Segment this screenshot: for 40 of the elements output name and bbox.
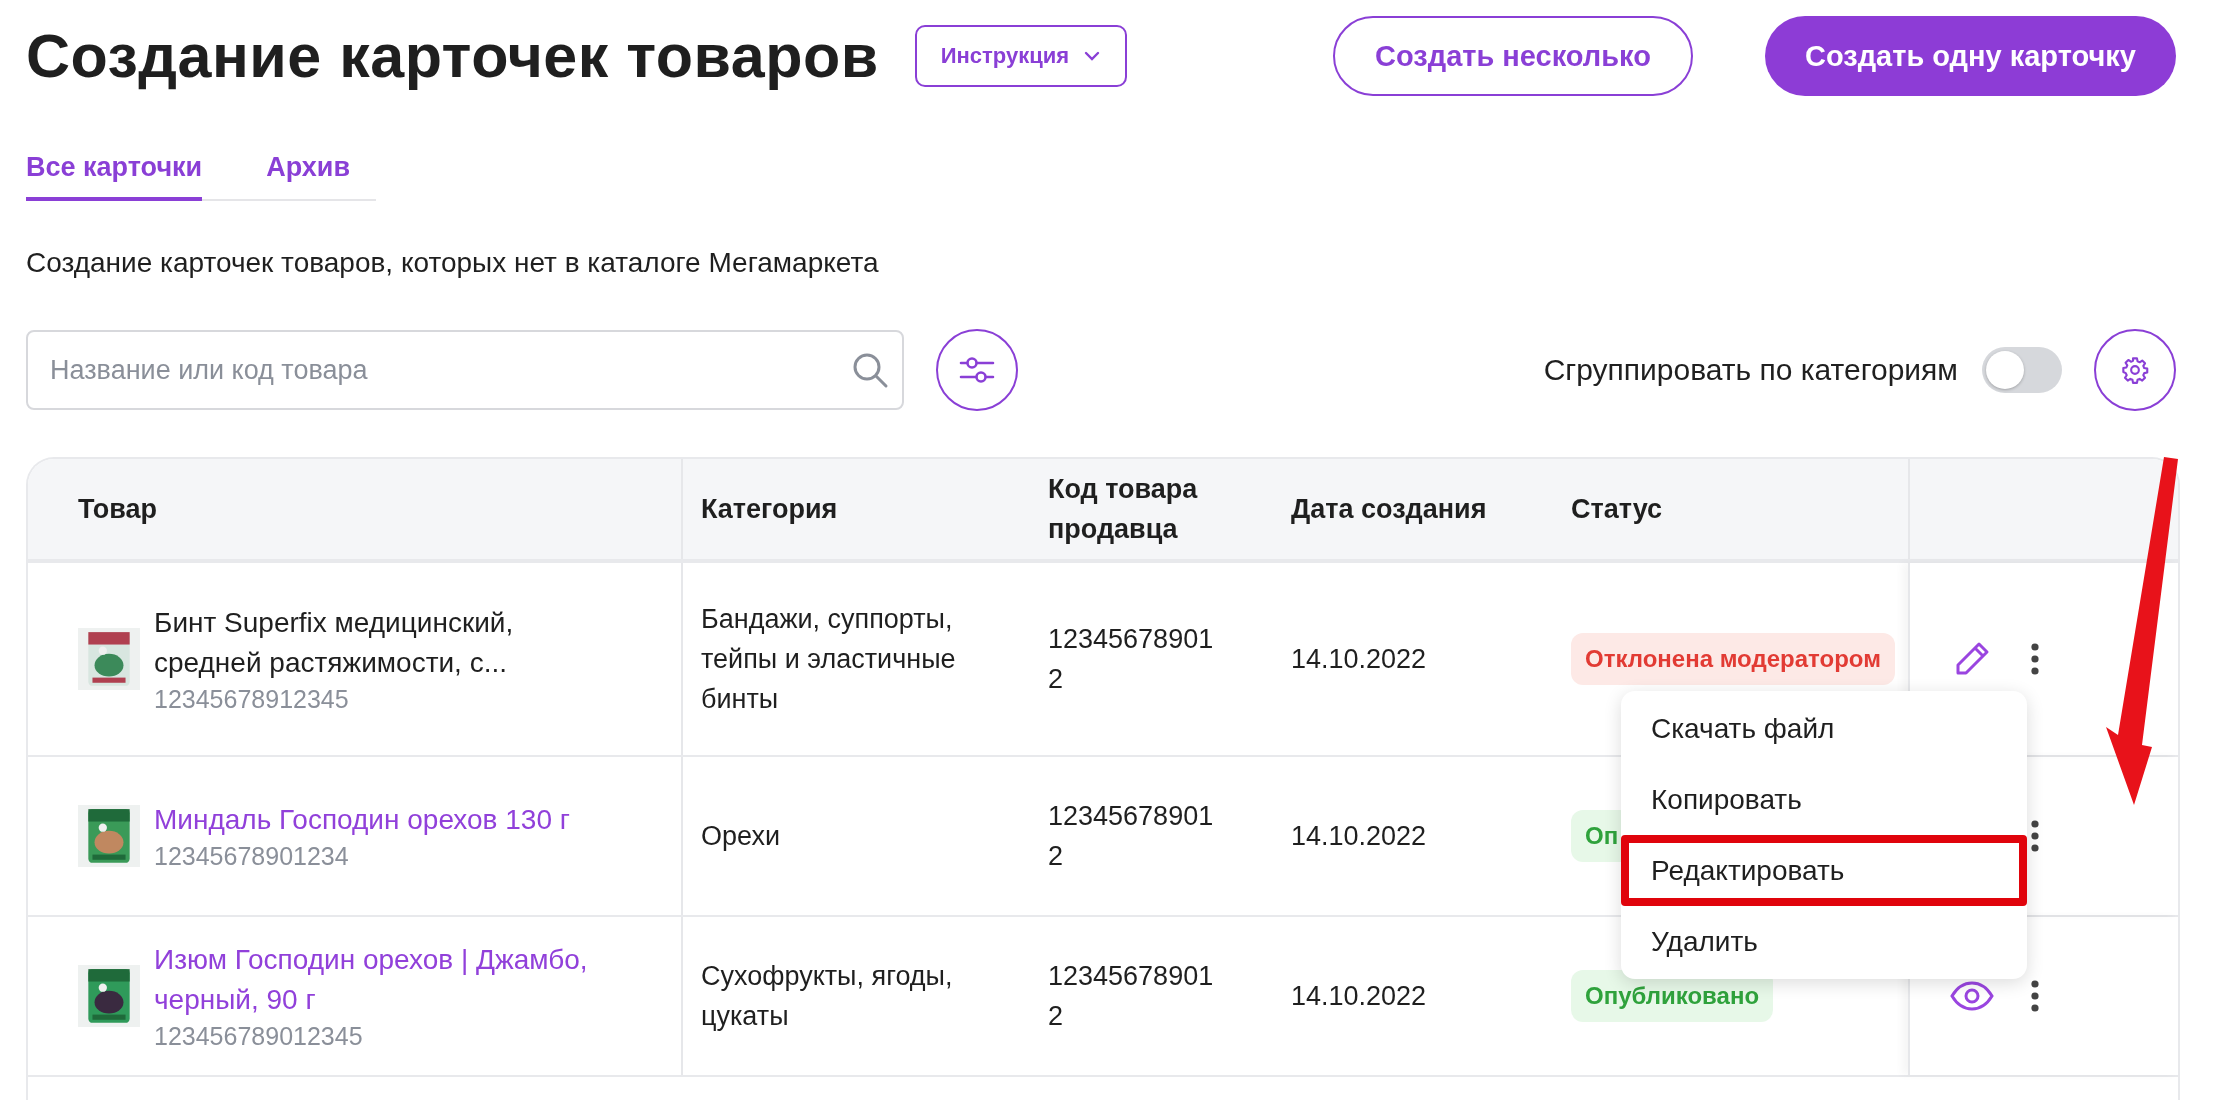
menu-item[interactable]: Редактировать (1621, 835, 2027, 906)
subtitle: Создание карточек товаров, которых нет в каталоге Мегамаркета (26, 247, 880, 279)
date-cell-text: 14.10.2022 (1291, 643, 1427, 676)
more-icon[interactable] (2030, 819, 2040, 853)
category-cell-text: Сухофрукты, ягоды, цукаты (701, 960, 954, 1033)
column-header: Код товара продавца (1047, 473, 1199, 546)
sliders-icon (959, 354, 995, 386)
page-title: Создание карточек товаров (26, 21, 879, 91)
tab[interactable]: Архив (266, 152, 351, 201)
more-icon[interactable] (2030, 979, 2040, 1013)
menu-item[interactable]: Скачать файл (1621, 693, 2027, 764)
tab[interactable]: Все карточки (26, 152, 203, 201)
product-name: Бинт Superfix медицинский, средней растяжимости, с... (154, 606, 515, 680)
more-icon[interactable] (2030, 642, 2040, 676)
eye-icon[interactable] (1950, 981, 1994, 1011)
product-link[interactable]: Миндаль Господин орехов 130 г (154, 800, 594, 840)
column-header: Статус (1570, 493, 1663, 526)
status-badge: Отклонена модератором (1571, 633, 1895, 685)
date-cell-text: 14.10.2022 (1291, 980, 1427, 1013)
column-header: Товар (28, 459, 683, 559)
search-field[interactable]: Название или код товара (26, 330, 904, 410)
product-code: 12345678901234 (154, 841, 350, 872)
product-code: 123456789012345 (154, 1021, 364, 1052)
seller-code-cell-text: 123456789012 (1048, 800, 1215, 873)
group-toggle-label: Сгруппировать по категориям (1543, 353, 1958, 387)
group-toggle[interactable] (1982, 347, 2062, 393)
seller-code-cell-text: 123456789012 (1048, 623, 1215, 696)
seller-code-cell-text: 123456789012 (1048, 960, 1215, 1033)
product-code: 12345678912345 (154, 684, 350, 715)
category-cell-text: Бандажи, суппорты, тейпы и эластичные бинты (701, 603, 957, 716)
settings-icon (2121, 356, 2149, 384)
create-many-button[interactable]: Создать несколько (1333, 16, 1693, 96)
chevron-icon (1083, 50, 1102, 62)
column-header: Дата создания (1290, 493, 1488, 526)
instruction-dropdown[interactable]: Инструкция (914, 25, 1128, 87)
product-link[interactable]: Изюм Господин орехов | Джамбо, черный, 90 г (154, 940, 594, 1020)
date-cell-text: 14.10.2022 (1291, 820, 1427, 853)
create-one-button[interactable]: Создать одну карточку (1764, 16, 2176, 96)
column-header: Категория (700, 493, 839, 526)
category-cell-text: Орехи (701, 820, 781, 853)
